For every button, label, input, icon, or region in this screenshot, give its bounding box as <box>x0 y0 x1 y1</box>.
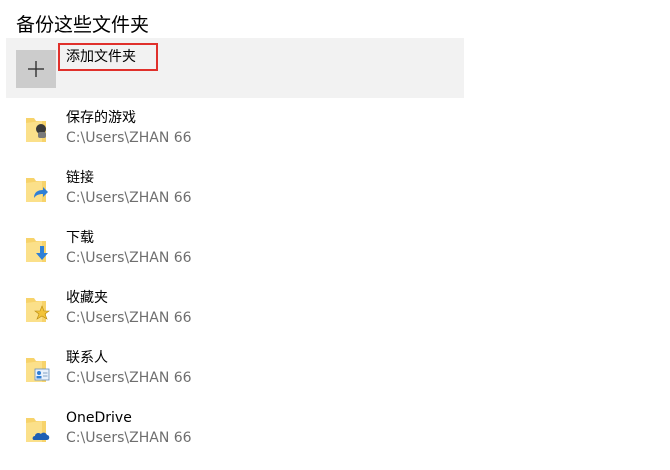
section-title: 备份这些文件夹 <box>16 14 150 36</box>
add-folder-row: 添加文件夹 <box>6 38 464 98</box>
folder-item-links[interactable]: 链接 C:\Users\ZHAN 66 <box>20 160 460 216</box>
links-folder-icon <box>26 178 48 202</box>
folder-path: C:\Users\ZHAN 66 <box>66 370 192 386</box>
folder-name: 联系人 <box>66 350 108 366</box>
folder-path: C:\Users\ZHAN 66 <box>66 190 192 206</box>
folder-path: C:\Users\ZHAN 66 <box>66 310 192 326</box>
folder-item-contacts[interactable]: 联系人 C:\Users\ZHAN 66 <box>20 340 460 396</box>
folder-name: 收藏夹 <box>66 290 108 306</box>
folder-name: OneDrive <box>66 410 132 426</box>
add-folder-label[interactable]: 添加文件夹 <box>58 43 158 71</box>
folder-path: C:\Users\ZHAN 66 <box>66 250 192 266</box>
plus-icon <box>28 61 44 77</box>
folder-item-favorites[interactable]: 收藏夹 C:\Users\ZHAN 66 <box>20 280 460 336</box>
folder-item-saved-games[interactable]: 保存的游戏 C:\Users\ZHAN 66 <box>20 100 460 156</box>
folder-name: 保存的游戏 <box>66 110 136 126</box>
folder-path: C:\Users\ZHAN 66 <box>66 430 192 446</box>
folder-name: 链接 <box>66 170 94 186</box>
downloads-folder-icon <box>26 238 48 262</box>
folder-item-downloads[interactable]: 下载 C:\Users\ZHAN 66 <box>20 220 460 276</box>
favorites-folder-icon <box>26 298 50 322</box>
folder-name: 下载 <box>66 230 94 246</box>
add-folder-button[interactable] <box>16 50 56 88</box>
contacts-folder-icon <box>26 358 50 382</box>
backup-folders-page: 备份这些文件夹 添加文件夹 保存的游戏 C:\Users\ZHAN 66 链接 … <box>0 0 670 470</box>
saved-games-folder-icon <box>26 118 46 142</box>
folder-item-onedrive[interactable]: OneDrive C:\Users\ZHAN 66 <box>20 400 460 456</box>
onedrive-folder-icon <box>26 418 50 442</box>
folder-path: C:\Users\ZHAN 66 <box>66 130 192 146</box>
